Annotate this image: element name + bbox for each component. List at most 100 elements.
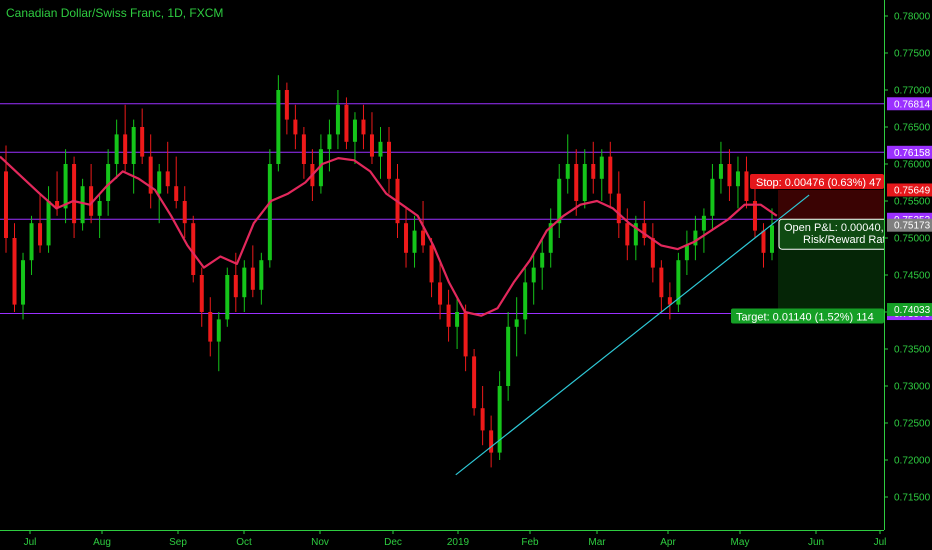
candles	[4, 75, 774, 468]
candle-body-85	[727, 164, 732, 187]
level-tag-0: 0.76814	[894, 99, 931, 110]
candle-body-66	[565, 164, 570, 179]
price-axis: 0.78000 0.77500 0.77000 0.76500 0.76000 0.755…	[884, 0, 932, 550]
candle-body-63	[540, 252, 545, 268]
target-label: Target: 0.01140 (1.52%) 114	[736, 312, 874, 324]
candle-body-28	[242, 267, 247, 298]
y-tick-label-2: 0.77000	[894, 86, 931, 97]
risk-reward-label: Risk/Reward Rat	[803, 234, 886, 246]
candle-body-33	[284, 90, 289, 120]
candle-body-16	[140, 127, 145, 157]
candle-body-52	[446, 304, 451, 327]
x-tick-label-12: Jul	[874, 537, 887, 548]
candle-body-49	[421, 230, 426, 246]
candle-body-2	[21, 260, 26, 305]
level-tag-1: 0.76158	[894, 148, 931, 159]
candle-body-65	[557, 178, 562, 224]
candle-body-62	[531, 267, 536, 283]
candle-body-71	[608, 156, 613, 194]
price-tag-stop: 0.75649	[894, 185, 931, 196]
x-tick-label-5: Dec	[384, 537, 402, 548]
candle-body-72	[616, 193, 621, 224]
y-tick-label-9: 0.73500	[894, 345, 931, 356]
x-tick-label-0: Jul	[24, 537, 37, 548]
price-tag-current: 0.75173	[894, 221, 931, 232]
candle-body-57	[489, 430, 494, 453]
x-tick-label-10: May	[731, 537, 750, 548]
candle-body-25	[216, 319, 221, 342]
x-tick-label-3: Oct	[236, 537, 252, 548]
candle-body-41	[352, 119, 357, 142]
candle-body-59	[506, 326, 511, 386]
stop-label: Stop: 0.00476 (0.63%) 47	[756, 177, 881, 189]
candle-body-3	[29, 223, 34, 261]
x-tick-label-11: Jun	[808, 537, 824, 548]
candle-body-11	[97, 201, 102, 216]
candle-body-23	[199, 275, 204, 312]
candle-body-60	[514, 319, 519, 327]
candle-body-50	[429, 245, 434, 283]
candle-body-45	[387, 141, 391, 179]
candle-body-58	[497, 386, 502, 453]
candle-body-18	[157, 171, 162, 194]
candle-body-61	[523, 282, 528, 320]
y-tick-label-5: 0.75500	[894, 197, 931, 208]
short-position-zone[interactable]	[778, 189, 884, 310]
x-tick-label-6: 2019	[447, 537, 470, 548]
candle-body-7	[63, 164, 68, 209]
x-tick-label-2: Sep	[169, 537, 187, 548]
candle-body-67	[574, 164, 579, 201]
candle-body-1	[12, 238, 17, 305]
candle-body-48	[412, 230, 417, 253]
x-tick-label-1: Aug	[93, 537, 111, 548]
candle-body-5	[46, 201, 51, 246]
candle-body-21	[182, 201, 187, 224]
candle-body-47	[404, 223, 409, 253]
y-tick-label-6: 0.75000	[894, 234, 931, 245]
candle-body-39	[335, 104, 340, 135]
candle-body-32	[276, 90, 281, 164]
candle-body-15	[131, 127, 136, 164]
x-tick-label-4: Nov	[311, 537, 329, 548]
candle-body-20	[174, 186, 179, 201]
candle-body-30	[259, 260, 264, 290]
candle-body-35	[301, 134, 306, 164]
candle-body-76	[650, 238, 655, 268]
candle-body-89	[761, 230, 766, 253]
candle-body-38	[327, 134, 332, 150]
candle-body-90	[770, 225, 774, 253]
candle-body-22	[191, 223, 196, 275]
candle-body-68	[582, 164, 587, 201]
y-tick-label-7: 0.74500	[894, 271, 931, 282]
candle-body-0	[4, 171, 8, 238]
candle-body-56	[480, 408, 485, 431]
candle-body-13	[114, 134, 119, 164]
y-tick-label-3: 0.76500	[894, 123, 931, 134]
candle-body-4	[38, 223, 43, 246]
candle-body-26	[225, 275, 230, 320]
candle-body-73	[625, 223, 630, 246]
candle-body-9	[80, 186, 85, 224]
candle-body-77	[659, 267, 664, 298]
candle-body-54	[463, 312, 468, 357]
candle-body-82	[701, 215, 706, 231]
y-tick-label-10: 0.73000	[894, 382, 931, 393]
price-tag-target: 0.74033	[894, 305, 931, 316]
candle-body-40	[344, 104, 349, 142]
candle-body-27	[233, 275, 238, 298]
candle-body-14	[123, 134, 128, 164]
x-tick-label-7: Feb	[521, 537, 539, 548]
candle-body-86	[735, 171, 740, 187]
x-tick-label-8: Mar	[588, 537, 606, 548]
candle-body-81	[693, 230, 698, 246]
candle-body-24	[208, 312, 213, 342]
y-tick-label-11: 0.72500	[894, 419, 931, 430]
candle-body-70	[599, 156, 604, 179]
candle-body-53	[455, 312, 460, 327]
candle-body-29	[250, 267, 255, 290]
price-chart[interactable]: Stop: 0.00476 (0.63%) 47 Open P&L: 0.0004…	[0, 0, 932, 550]
candle-body-8	[72, 164, 77, 224]
candle-body-84	[718, 164, 723, 179]
candle-body-42	[361, 119, 366, 135]
y-tick-label-1: 0.77500	[894, 49, 931, 60]
